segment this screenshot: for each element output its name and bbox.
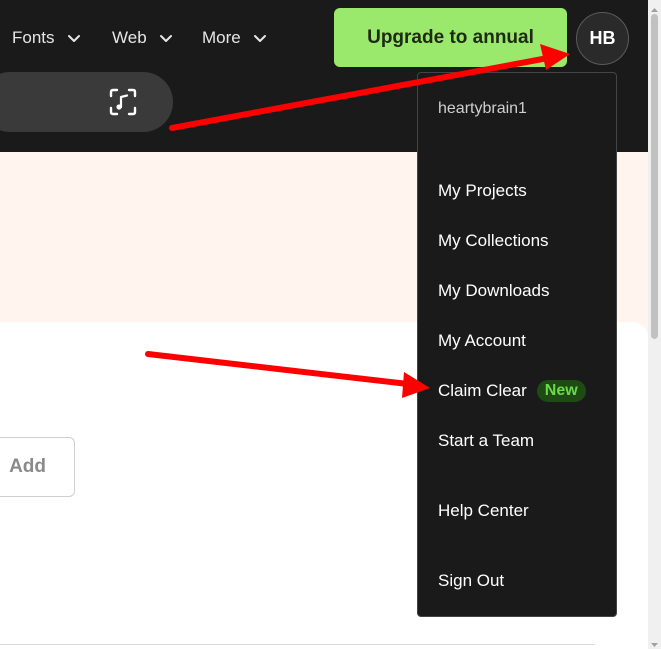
nav-more[interactable]: More: [202, 26, 267, 50]
new-badge: New: [536, 380, 586, 402]
menu-item-label: Claim Clear: [438, 381, 527, 400]
menu-item-claim-clear[interactable]: Claim Clear New: [438, 378, 586, 404]
menu-item-my-collections[interactable]: My Collections: [438, 228, 549, 254]
menu-item-sign-out[interactable]: Sign Out: [438, 568, 504, 594]
menu-item-label: My Downloads: [438, 281, 550, 300]
divider: [0, 644, 595, 645]
menu-item-label: My Collections: [438, 231, 549, 250]
menu-item-label: Help Center: [438, 501, 529, 520]
menu-item-label: My Account: [438, 331, 526, 350]
menu-item-label: My Projects: [438, 181, 527, 200]
upgrade-to-annual-button[interactable]: Upgrade to annual: [334, 8, 567, 67]
user-avatar-button[interactable]: HB: [576, 12, 629, 65]
nav-more-label: More: [202, 28, 241, 47]
chevron-down-icon: [67, 31, 81, 45]
nav-web-label: Web: [112, 28, 147, 47]
menu-username: heartybrain1: [438, 100, 527, 117]
nav-fonts[interactable]: Fonts: [12, 26, 81, 50]
add-button[interactable]: Add: [0, 437, 75, 497]
menu-item-my-account[interactable]: My Account: [438, 328, 526, 354]
scroll-down-arrow-icon[interactable]: [649, 637, 660, 647]
audio-search-icon[interactable]: [109, 88, 137, 116]
nav-fonts-label: Fonts: [12, 28, 55, 47]
menu-item-my-projects[interactable]: My Projects: [438, 178, 527, 204]
chevron-down-icon: [159, 31, 173, 45]
scroll-up-arrow-icon[interactable]: [649, 2, 660, 12]
menu-item-start-a-team[interactable]: Start a Team: [438, 428, 534, 454]
scrollbar-thumb[interactable]: [651, 14, 658, 339]
menu-item-help-center[interactable]: Help Center: [438, 498, 529, 524]
search-bar[interactable]: [0, 72, 173, 132]
menu-item-label: Sign Out: [438, 571, 505, 590]
menu-item-my-downloads[interactable]: My Downloads: [438, 278, 550, 304]
chevron-down-icon: [253, 31, 267, 45]
menu-item-label: Start a Team: [438, 431, 535, 450]
nav-web[interactable]: Web: [112, 26, 173, 50]
